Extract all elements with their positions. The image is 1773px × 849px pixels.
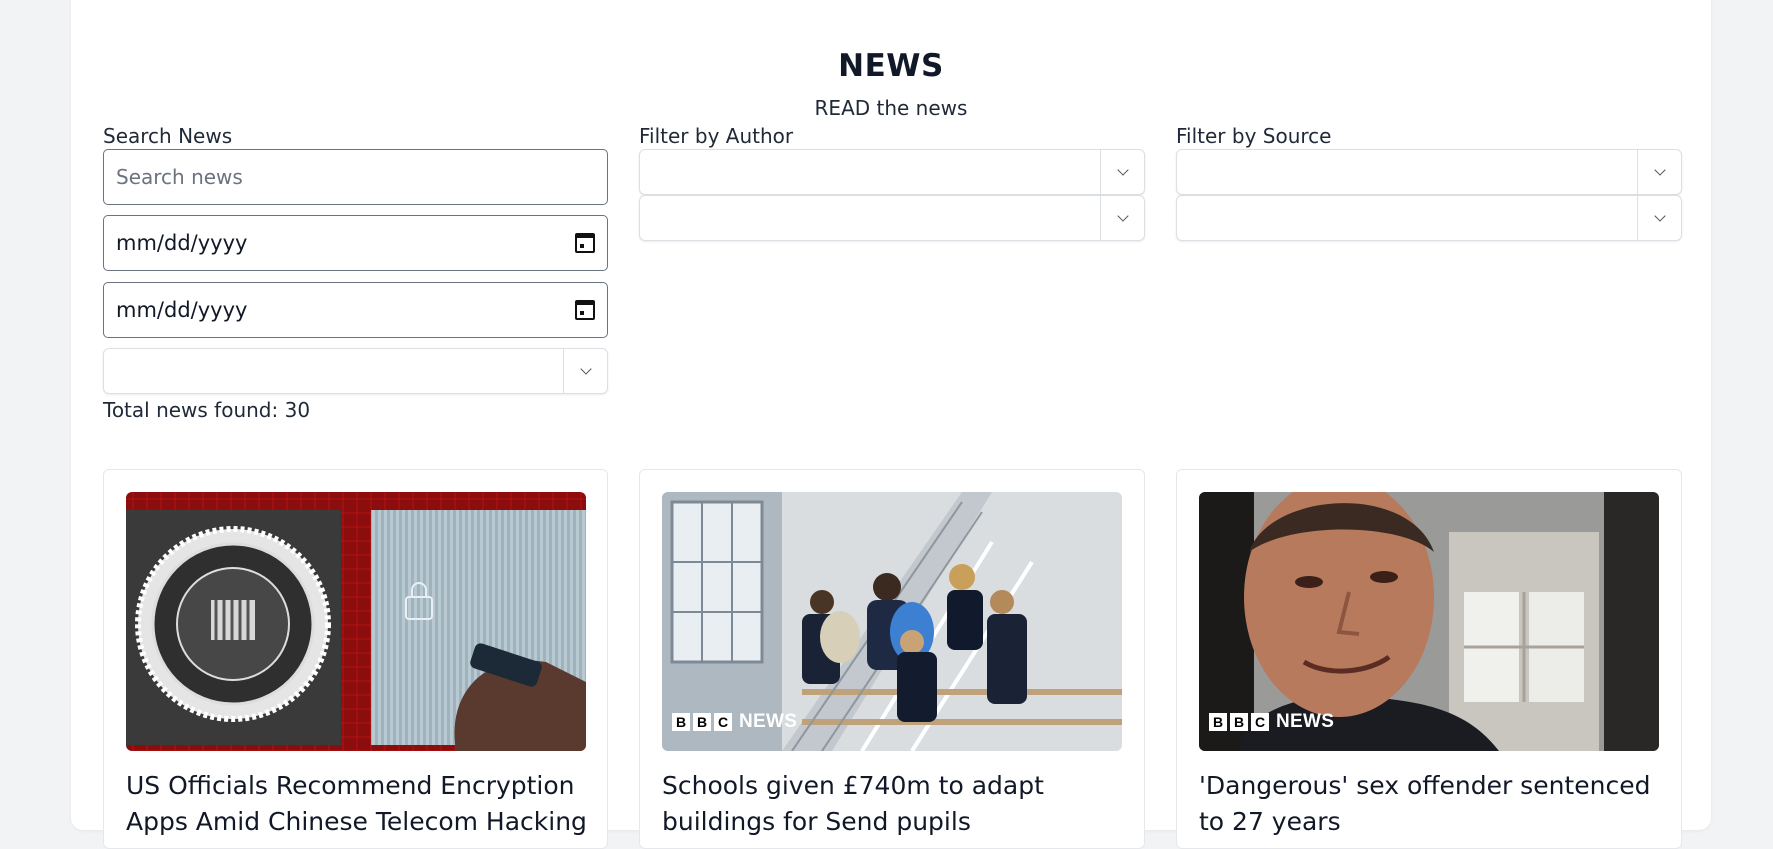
- chevron-down-icon[interactable]: [1637, 150, 1681, 194]
- date-from-input[interactable]: mm/dd/yyyy: [103, 215, 608, 271]
- source-select-secondary[interactable]: [1176, 195, 1682, 241]
- news-card-title[interactable]: Schools given £740m to adapt buildings f…: [662, 768, 1132, 840]
- bbc-news-badge: B B C NEWS: [1209, 711, 1334, 733]
- chevron-down-icon[interactable]: [1637, 196, 1681, 240]
- sort-select[interactable]: [103, 348, 608, 394]
- news-card[interactable]: B B C NEWS Schools given £740m to adapt …: [639, 469, 1145, 849]
- source-select[interactable]: [1176, 149, 1682, 195]
- search-input[interactable]: [103, 149, 608, 205]
- students-on-stairs-photo[interactable]: B B C NEWS: [662, 492, 1122, 751]
- chevron-down-icon[interactable]: [1100, 150, 1144, 194]
- sort-select-value: [104, 349, 563, 393]
- author-select-secondary[interactable]: [639, 195, 1145, 241]
- date-from-value: mm/dd/yyyy: [116, 231, 248, 255]
- author-select[interactable]: [639, 149, 1145, 195]
- news-card-title[interactable]: 'Dangerous' sex offender sentenced to 27…: [1199, 768, 1669, 840]
- fbi-seal-phone-photo[interactable]: [126, 492, 586, 751]
- source-select-value: [1177, 150, 1637, 194]
- news-card[interactable]: US Officials Recommend Encryption Apps A…: [103, 469, 608, 849]
- search-label: Search News: [103, 124, 233, 148]
- author-filter-label: Filter by Author: [639, 124, 794, 148]
- page-subtitle: READ the news: [814, 96, 968, 120]
- page-title: NEWS: [838, 48, 944, 84]
- chevron-down-icon[interactable]: [563, 349, 607, 393]
- date-to-input[interactable]: mm/dd/yyyy: [103, 282, 608, 338]
- news-card-title[interactable]: US Officials Recommend Encryption Apps A…: [126, 768, 596, 840]
- chevron-down-icon[interactable]: [1100, 196, 1144, 240]
- source-filter-label: Filter by Source: [1176, 124, 1332, 148]
- source-select-secondary-value: [1177, 196, 1637, 240]
- calendar-icon[interactable]: [575, 233, 595, 253]
- author-select-value: [640, 150, 1100, 194]
- news-card[interactable]: B B C NEWS 'Dangerous' sex offender sent…: [1176, 469, 1682, 849]
- man-selfie-photo[interactable]: B B C NEWS: [1199, 492, 1659, 751]
- bbc-news-badge: B B C NEWS: [672, 711, 797, 733]
- calendar-icon[interactable]: [575, 300, 595, 320]
- author-select-secondary-value: [640, 196, 1100, 240]
- total-news-count: Total news found: 30: [103, 398, 311, 422]
- main-panel: NEWS READ the news Search News mm/dd/yyy…: [71, 0, 1711, 849]
- date-to-value: mm/dd/yyyy: [116, 298, 248, 322]
